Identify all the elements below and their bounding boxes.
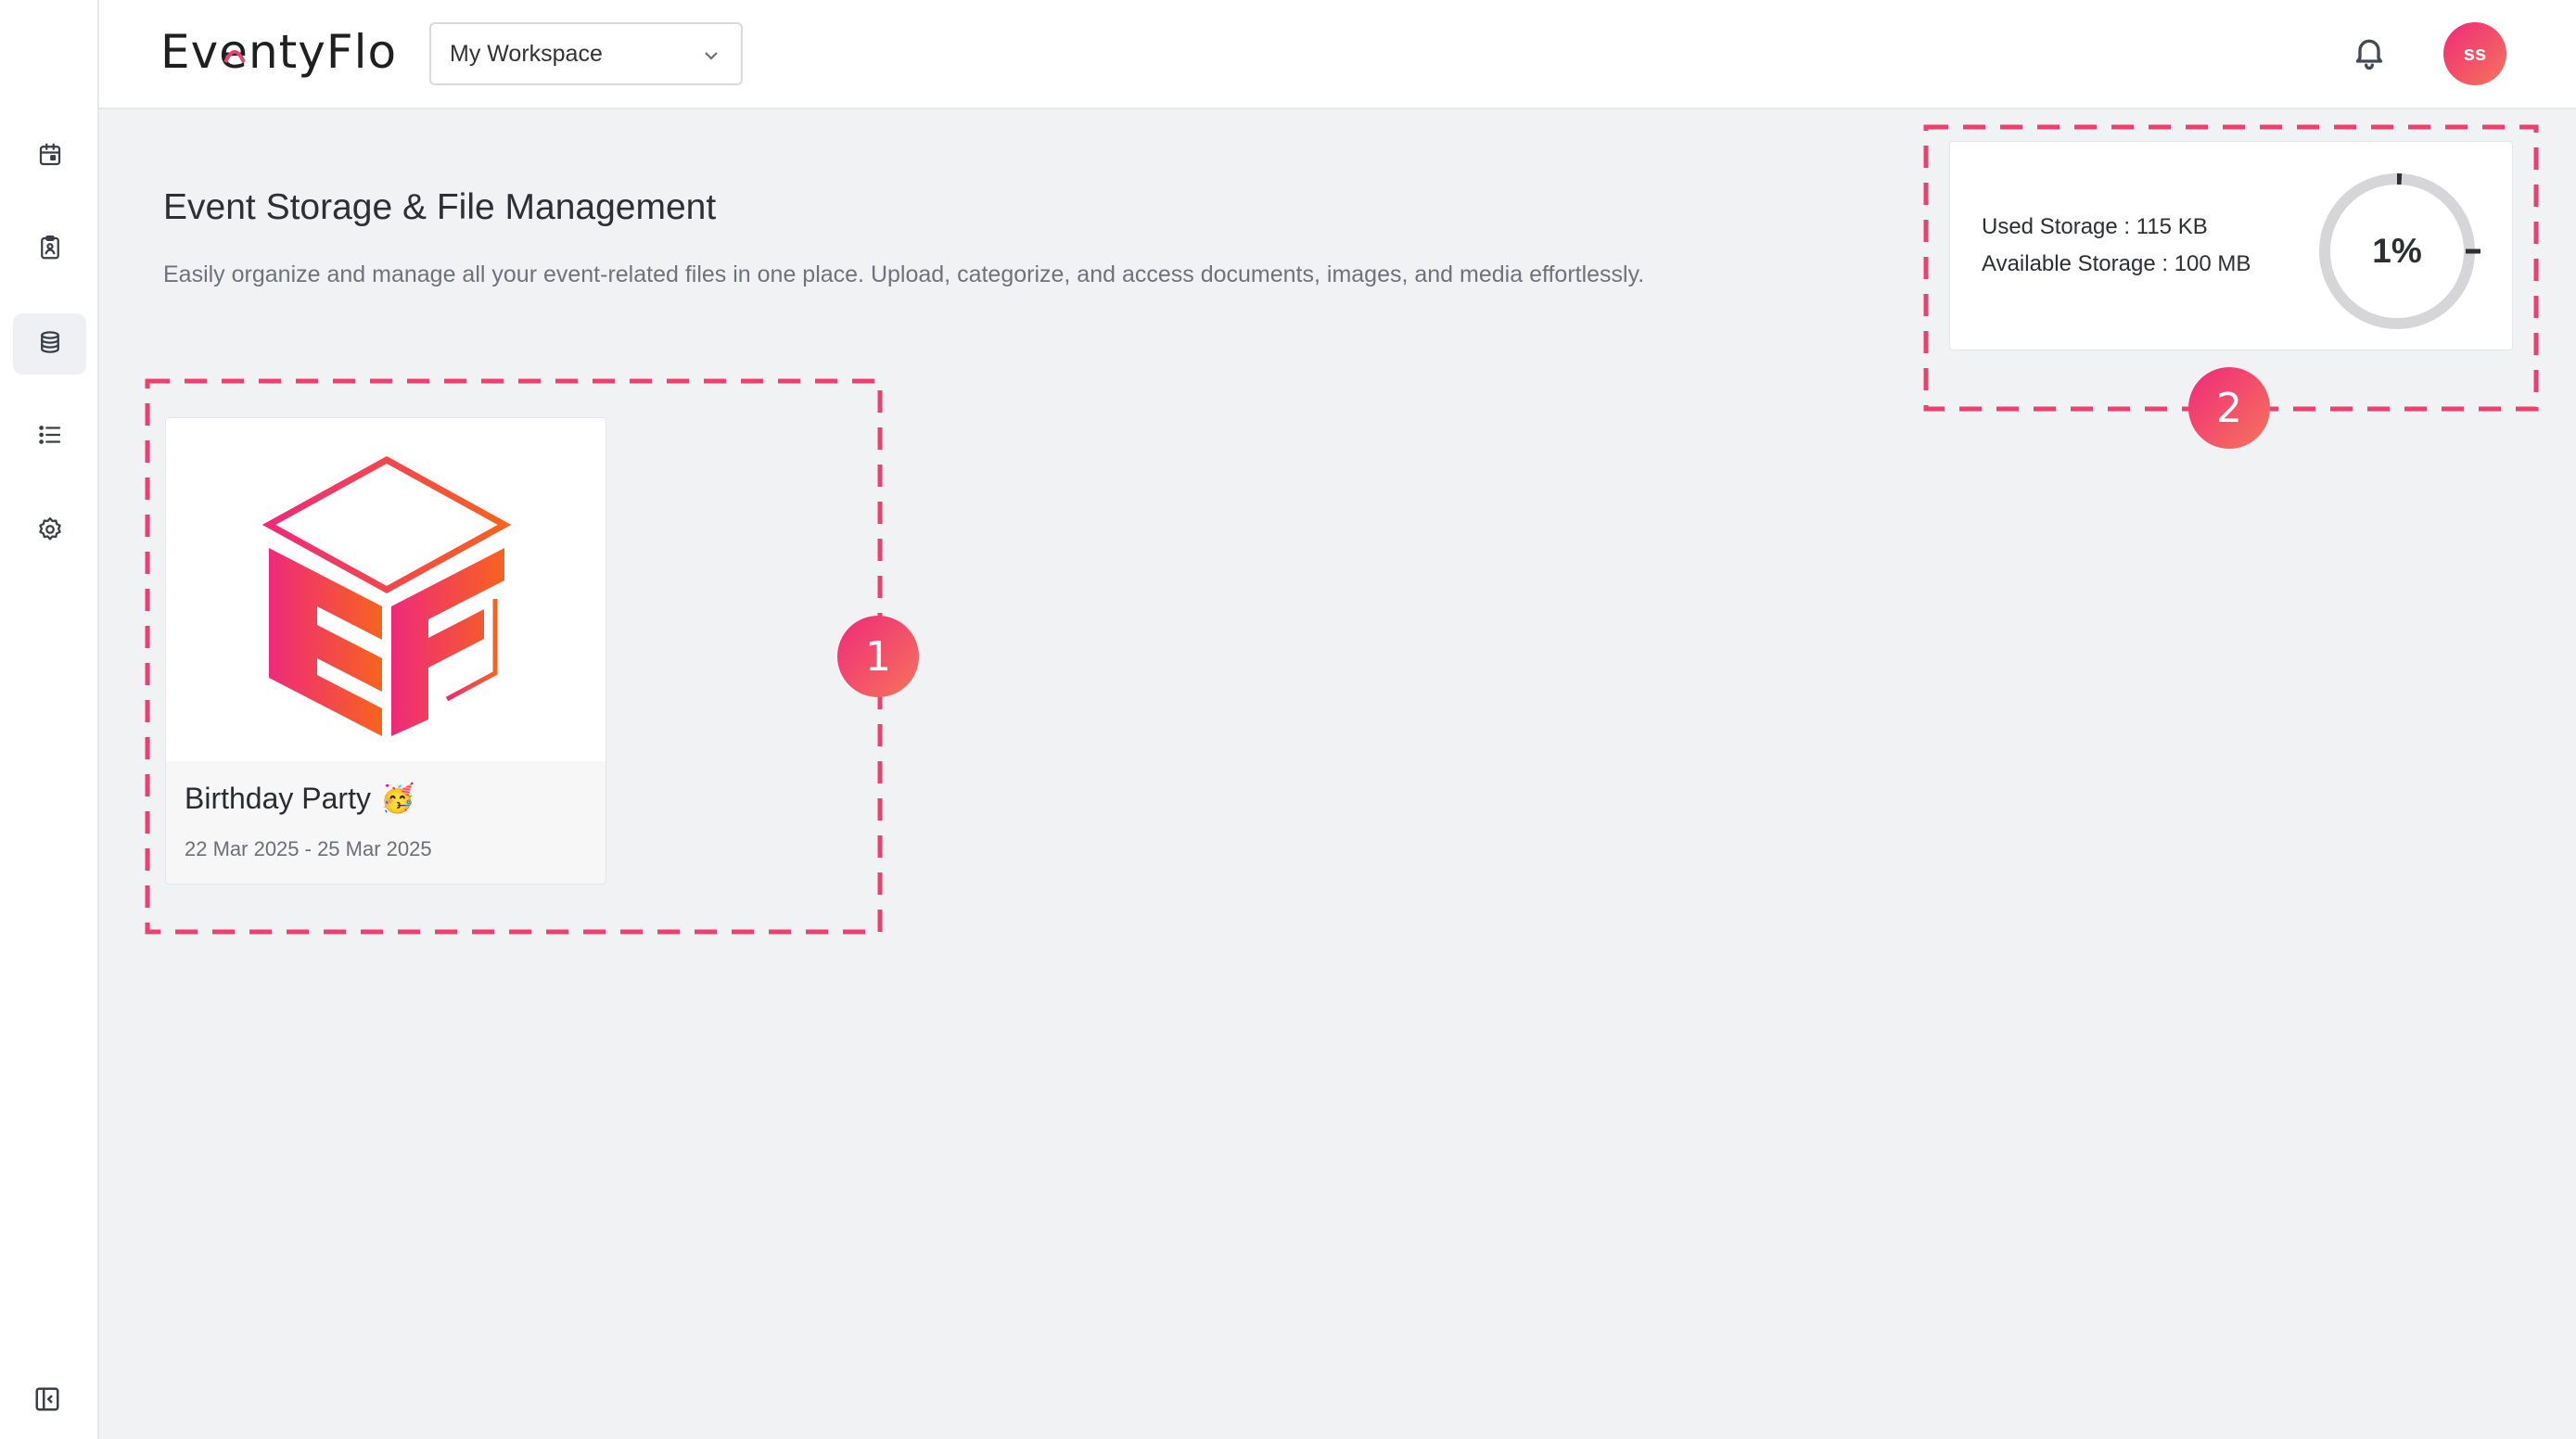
sidebar-collapse-icon bbox=[33, 1387, 61, 1417]
page-description: Easily organize and manage all your even… bbox=[163, 261, 1645, 287]
sidebar bbox=[0, 0, 99, 1439]
user-avatar[interactable]: ss bbox=[2443, 22, 2506, 85]
sidebar-item-storage[interactable] bbox=[13, 313, 86, 375]
highlight-box-1 bbox=[145, 378, 883, 935]
sidebar-collapse-button[interactable] bbox=[33, 1385, 63, 1415]
list-icon bbox=[36, 421, 64, 453]
eventyflo-logo: EventyFlo bbox=[160, 25, 397, 79]
svg-text:EventyFlo: EventyFlo bbox=[160, 25, 397, 79]
sidebar-item-calendar[interactable] bbox=[13, 126, 86, 187]
app-logo[interactable]: EventyFlo bbox=[160, 20, 398, 85]
calendar-icon bbox=[36, 141, 64, 173]
page-title: Event Storage & File Management bbox=[163, 187, 717, 227]
workspace-select-value: My Workspace bbox=[450, 40, 603, 67]
sidebar-item-clipboard[interactable] bbox=[13, 219, 86, 280]
sidebar-item-list[interactable] bbox=[13, 406, 86, 467]
workspace-select[interactable]: My Workspace bbox=[429, 22, 743, 85]
notifications-button[interactable] bbox=[2351, 33, 2391, 74]
annotation-marker-1: 1 bbox=[837, 616, 919, 697]
clipboard-icon bbox=[36, 234, 64, 266]
app-root: EventyFlo My Workspace ss Event Storage … bbox=[0, 0, 2576, 1439]
annotation-marker-2: 2 bbox=[2188, 367, 2270, 449]
sidebar-item-settings[interactable] bbox=[13, 501, 86, 562]
bell-icon bbox=[2351, 39, 2388, 74]
chevron-down-icon bbox=[702, 45, 721, 63]
top-header: EventyFlo My Workspace ss bbox=[99, 0, 2576, 109]
gear-icon bbox=[36, 516, 64, 548]
database-icon bbox=[36, 328, 64, 361]
